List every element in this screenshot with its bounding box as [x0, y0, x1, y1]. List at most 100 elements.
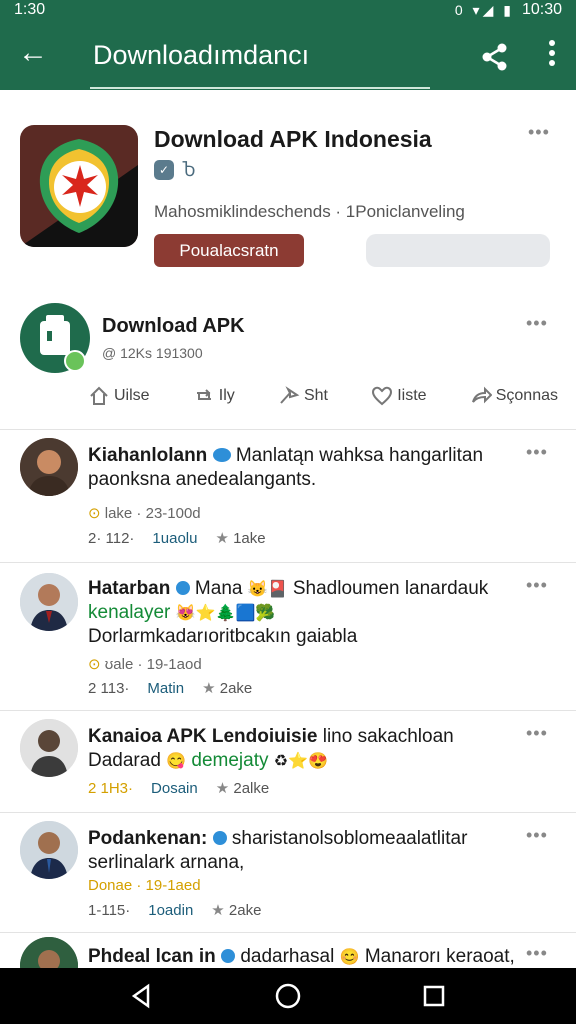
more-options-icon[interactable]: •••: [526, 943, 548, 964]
post-text: Kanaioa APK Lendoiuisie lino sakachloan: [88, 725, 536, 749]
secondary-button[interactable]: [366, 234, 550, 267]
app-title: Download APK Indonesia: [154, 126, 432, 152]
avatar[interactable]: [20, 573, 78, 631]
stat-star[interactable]: ★ 1ake: [215, 529, 265, 547]
app-header-card: Download APK Indonesia ✓ Ⴆ Mahosmiklinde…: [0, 110, 576, 280]
shield-star-icon: [20, 125, 138, 247]
emoji-icons: 😻⭐🌲🟦🥦: [175, 605, 276, 622]
page-title: Downloadımdancı: [93, 40, 310, 70]
recents-nav-icon[interactable]: [418, 980, 450, 1012]
post-body: dadarhasal: [240, 946, 335, 967]
home-nav-icon[interactable]: [272, 980, 304, 1012]
post-meta: ⊙ ʊale · 19-1aod: [88, 655, 202, 673]
profile-avatar[interactable]: [20, 303, 90, 373]
post-body-cont: Shadloumen lanardauk: [292, 578, 489, 599]
profile-handle: @ 12Ks 191300: [102, 345, 203, 361]
more-options-icon[interactable]: [548, 40, 556, 72]
stat-link[interactable]: Matin: [147, 680, 184, 697]
status-bar: 1:30 0 ▾◢ ▮ 10:30: [0, 0, 576, 22]
forward-icon: [471, 386, 492, 404]
post-text: Hatarban Mana 😺🎴 Shadloumen lanardauk: [88, 577, 506, 602]
stat-count: 2· 112·: [88, 529, 135, 547]
app-meta: Mahosmiklindeschends · 1Poniclanveling: [154, 202, 465, 221]
post-body-cont: Dadarad: [88, 750, 161, 771]
stat-link[interactable]: Dosain: [151, 780, 198, 797]
post-author: Kiahanlolann: [88, 445, 208, 466]
stat-star[interactable]: ★ 2alke: [216, 779, 269, 797]
more-options-icon[interactable]: •••: [526, 723, 548, 744]
more-options-icon[interactable]: •••: [526, 313, 548, 334]
action-label: Uilse: [114, 387, 150, 404]
star-icon: ★: [202, 680, 216, 697]
stat-star-label: 2ake: [228, 902, 262, 919]
title-underline: [90, 87, 430, 89]
stat-star[interactable]: ★ 2ake: [202, 679, 252, 697]
post-stats: 2 113· Matin ★ 2ake: [88, 679, 252, 698]
app-badges: ✓ Ⴆ: [154, 160, 196, 180]
home-icon: [90, 386, 108, 405]
clock-icon: ⊙: [88, 656, 101, 673]
post-tags: kenalayer 😻⭐🌲🟦🥦: [88, 601, 506, 626]
signal-icons: 0 ▾◢ ▮: [454, 1, 514, 18]
avatar[interactable]: [20, 821, 78, 879]
avatar[interactable]: [20, 719, 78, 777]
status-clock: 10:30: [521, 1, 562, 18]
verified-icon: [221, 949, 236, 963]
clock-icon: ⊙: [88, 505, 101, 522]
post-body-cont: Manarorı keraoat,: [364, 946, 515, 967]
back-nav-icon[interactable]: [126, 980, 158, 1012]
stat-count: 2 1H3·: [88, 779, 134, 797]
action-share[interactable]: Sht: [278, 385, 328, 407]
install-button[interactable]: Poualacsratn: [154, 234, 304, 267]
share-icon[interactable]: [480, 42, 510, 72]
navigation-bar: [0, 968, 576, 1024]
list-item[interactable]: Hatarban Mana 😺🎴 Shadloumen lanardauk ke…: [0, 563, 576, 711]
action-repost[interactable]: Ily: [193, 385, 235, 407]
list-item[interactable]: Podankenan: sharistanolsoblomeaalatlitar…: [0, 813, 576, 933]
verified-icon: [175, 581, 190, 595]
back-arrow-icon[interactable]: ←: [18, 38, 48, 68]
list-item[interactable]: Kanaioa APK Lendoiuisie lino sakachloan …: [0, 711, 576, 813]
post-stats: 2 1H3· Dosain ★ 2alke: [88, 779, 269, 798]
action-like[interactable]: Iiste: [371, 385, 427, 407]
more-options-icon[interactable]: •••: [526, 825, 548, 846]
post-meta: Donae · 19-1aed: [88, 877, 201, 894]
share-arrow-icon: [280, 386, 300, 404]
post-meta-text: ʊale · 19-1aod: [104, 656, 202, 673]
stat-link[interactable]: 1oadin: [148, 902, 193, 919]
post-body: Mana: [194, 578, 243, 599]
post-author: Hatarban: [88, 578, 171, 599]
post-stats: 1-115· 1oadin ★ 2ake: [88, 901, 261, 920]
verified-icon: [212, 831, 227, 845]
list-item[interactable]: Kiahanlolann Manlatąn wahksa hangarlitan…: [0, 430, 576, 563]
action-home[interactable]: Uilse: [88, 385, 150, 407]
post-author: Kanaioa APK Lendoiuisie: [88, 726, 318, 747]
star-icon: ★: [215, 530, 229, 547]
globe-icon: [212, 448, 231, 462]
post-stats: 2· 112· 1uaolu ★ 1ake: [88, 529, 266, 548]
action-bar: Uilse Ily Sht Iiste Sçonnas: [88, 385, 558, 407]
profile-section: Download APK @ 12Ks 191300 ••• Uilse Ily…: [0, 295, 576, 430]
post-meta-text: lake · 23-100d: [104, 505, 201, 522]
post-meta-text: Donae · 19-1aed: [88, 877, 201, 894]
action-label: Sçonnas: [495, 387, 558, 404]
post-body-line2: Dorlarmkadarıoritbcakın gaiabla: [88, 626, 358, 647]
more-options-icon[interactable]: •••: [526, 442, 548, 463]
more-options-icon[interactable]: •••: [528, 122, 550, 143]
more-options-icon[interactable]: •••: [526, 575, 548, 596]
avatar[interactable]: [20, 438, 78, 496]
stat-link[interactable]: 1uaolu: [152, 530, 197, 547]
emoji-icons: 😊: [339, 949, 360, 966]
post-tag[interactable]: kenalayer: [88, 602, 170, 623]
stat-star[interactable]: ★ 2ake: [211, 901, 261, 919]
repost-icon: [196, 389, 211, 400]
stat-star-label: 1ake: [233, 530, 266, 547]
action-forward[interactable]: Sçonnas: [470, 385, 558, 407]
post-tag[interactable]: demejaty: [191, 750, 268, 771]
action-label: Ily: [218, 387, 235, 404]
post-author: Podankenan:: [88, 828, 208, 849]
profile-name: Download APK: [102, 315, 245, 337]
stat-star-label: 2ake: [219, 680, 253, 697]
heart-icon: [372, 386, 393, 406]
emoji-icons: 😋: [166, 753, 187, 770]
